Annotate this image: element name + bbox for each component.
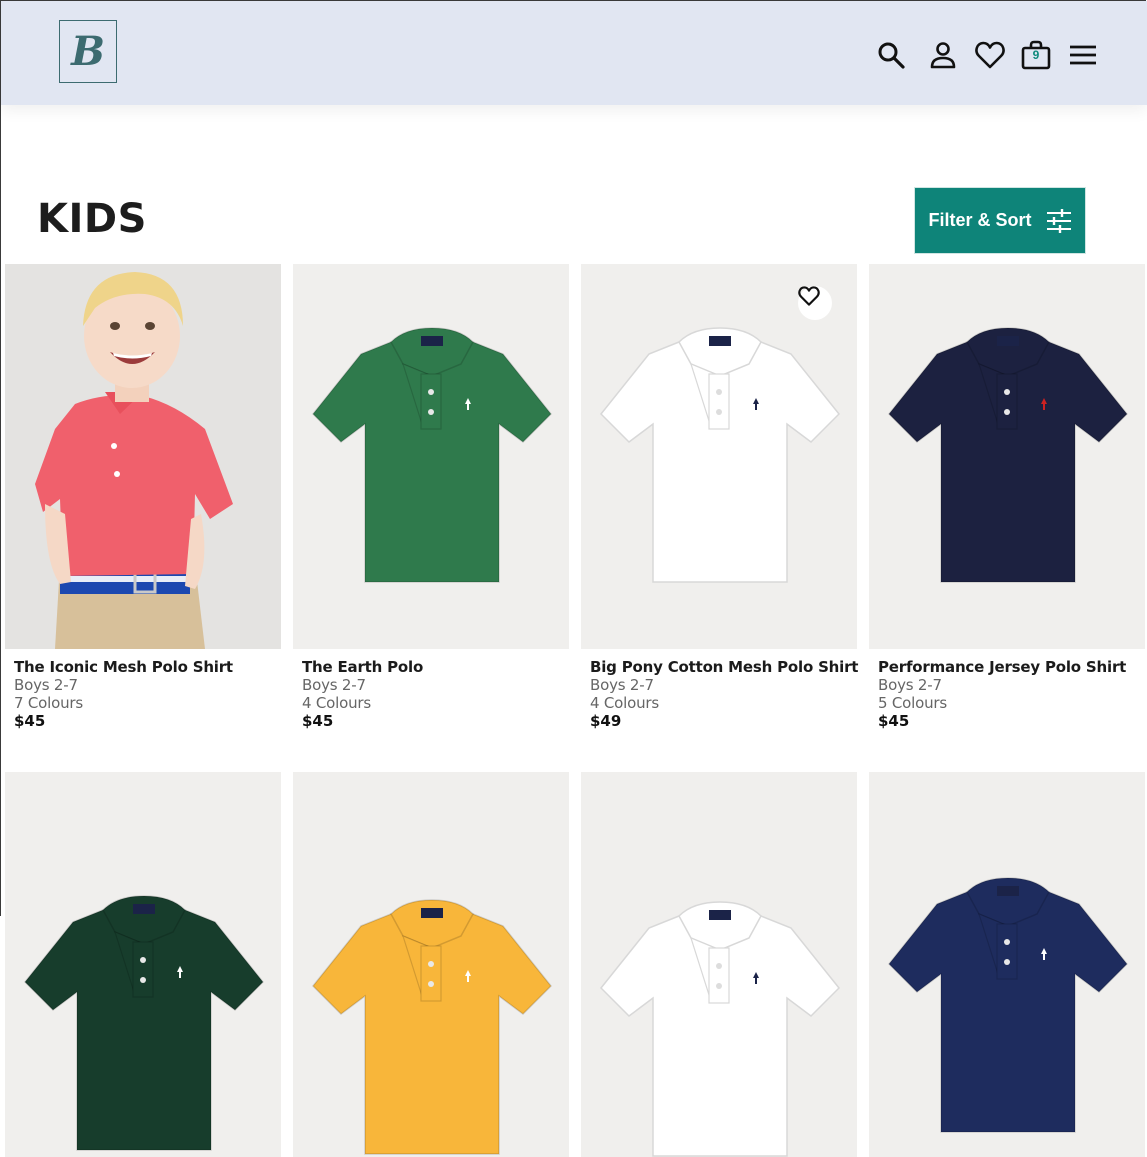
filter-sort-button[interactable]: Filter & Sort	[914, 187, 1086, 254]
product-card[interactable]	[581, 772, 857, 1157]
product-image[interactable]	[293, 772, 569, 1157]
polo-shirt-image	[311, 327, 553, 583]
product-colours: 4 Colours	[302, 694, 371, 712]
product-image[interactable]	[293, 264, 569, 649]
product-image[interactable]	[869, 772, 1145, 1157]
product-card[interactable]	[869, 772, 1145, 1157]
product-price: $45	[878, 712, 910, 730]
product-category: Boys 2-7	[590, 676, 654, 694]
product-category: Boys 2-7	[14, 676, 78, 694]
page-title: KIDS	[37, 196, 147, 242]
product-card[interactable]	[5, 772, 281, 1157]
product-image[interactable]	[581, 264, 857, 649]
product-card[interactable]: Performance Jersey Polo Shirt Boys 2-7 5…	[869, 264, 1145, 730]
product-colours: 4 Colours	[590, 694, 659, 712]
polo-shirt-drawing	[887, 327, 1129, 583]
product-colours: 7 Colours	[14, 694, 83, 712]
polo-shirt-image	[311, 899, 553, 1155]
polo-shirt-drawing	[311, 327, 553, 583]
filter-sort-label: Filter & Sort	[928, 210, 1032, 230]
polo-shirt-image	[599, 327, 841, 583]
product-price: $45	[14, 712, 46, 730]
product-image[interactable]	[869, 264, 1145, 649]
product-image[interactable]	[581, 772, 857, 1157]
polo-shirt-drawing	[23, 895, 265, 1151]
polo-shirt-image	[23, 895, 265, 1151]
product-colours: 5 Colours	[878, 694, 947, 712]
product-category: Boys 2-7	[302, 676, 366, 694]
product-category: Boys 2-7	[878, 676, 942, 694]
account-icon[interactable]	[927, 39, 959, 71]
menu-icon[interactable]	[1067, 39, 1099, 71]
polo-shirt-image	[887, 327, 1129, 583]
cart-count-badge: 9	[1032, 48, 1040, 62]
product-price: $45	[302, 712, 334, 730]
product-name[interactable]: Big Pony Cotton Mesh Polo Shirt	[581, 658, 858, 676]
product-name[interactable]: The Iconic Mesh Polo Shirt	[5, 658, 281, 676]
polo-shirt-drawing	[887, 877, 1129, 1133]
polo-shirt-image	[887, 877, 1129, 1133]
product-card[interactable]: The Earth Polo Boys 2-7 4 Colours $45	[293, 264, 569, 730]
product-image[interactable]	[5, 772, 281, 1157]
shopping-bag-icon[interactable]: 9	[1020, 39, 1052, 71]
polo-shirt-drawing	[599, 327, 841, 583]
product-card[interactable]: Big Pony Cotton Mesh Polo Shirt Boys 2-7…	[581, 264, 858, 730]
polo-shirt-drawing	[311, 899, 553, 1155]
child-model-image	[5, 264, 281, 649]
polo-shirt-drawing	[599, 901, 841, 1157]
brand-logo[interactable]: B	[59, 20, 117, 83]
product-card[interactable]	[293, 772, 569, 1157]
product-card[interactable]: The Iconic Mesh Polo Shirt Boys 2-7 7 Co…	[5, 264, 281, 730]
site-header: B 9	[1, 1, 1147, 105]
product-name[interactable]: The Earth Polo	[293, 658, 569, 676]
polo-shirt-image	[599, 901, 841, 1157]
heart-icon	[798, 286, 820, 306]
search-icon[interactable]	[875, 39, 907, 71]
wishlist-heart-icon[interactable]	[974, 39, 1006, 71]
sliders-icon	[1046, 208, 1071, 233]
product-name[interactable]: Performance Jersey Polo Shirt	[869, 658, 1145, 676]
product-price: $49	[590, 712, 622, 730]
product-image[interactable]	[5, 264, 281, 649]
add-to-wishlist-button[interactable]	[798, 286, 832, 320]
